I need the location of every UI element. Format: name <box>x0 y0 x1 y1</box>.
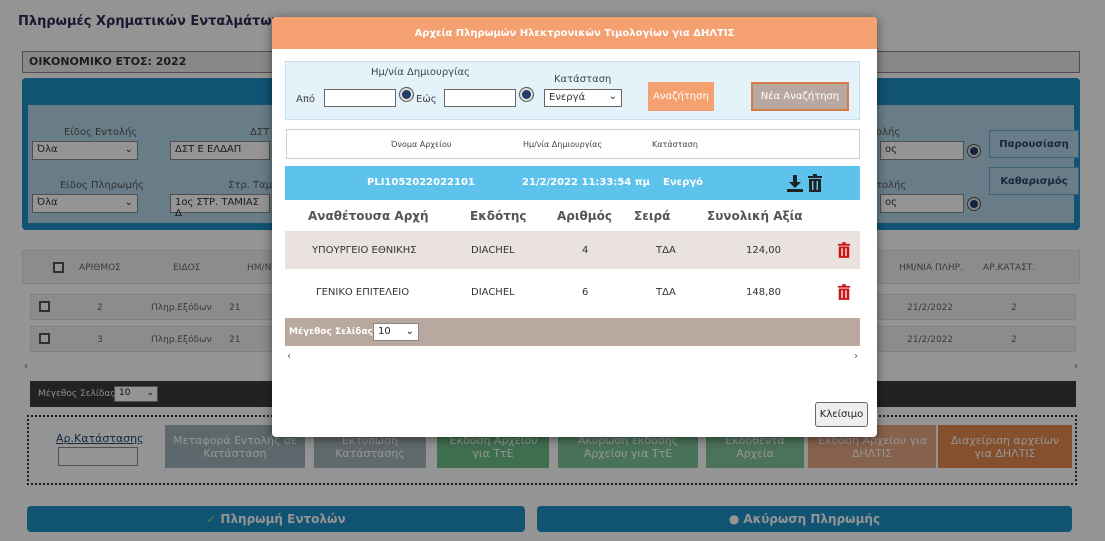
invoice-number: 6 <box>582 287 589 298</box>
modal-pager: Μέγεθος Σελίδας: 10 ⌄ <box>285 318 860 346</box>
chevron-down-icon: ⌄ <box>608 91 617 102</box>
chevron-down-icon: ⌄ <box>405 326 414 337</box>
file-row[interactable]: PLI1052022022101 21/2/2022 11:33:54 πμ Ε… <box>285 166 860 200</box>
modal-page-size-select[interactable]: 10 ⌄ <box>373 323 419 341</box>
date-from-input[interactable] <box>324 89 396 107</box>
col-file-name: Όνομα Αρχείου <box>391 140 452 149</box>
modal-page-size-value: 10 <box>378 326 391 337</box>
invoice-series: ΤΔΑ <box>656 245 676 256</box>
status-label: Κατάσταση <box>554 74 612 85</box>
col-series: Σειρά <box>634 209 671 223</box>
calendar-icon[interactable] <box>400 88 413 101</box>
close-button[interactable]: Κλείσιμο <box>815 402 868 427</box>
col-number: Αριθμός <box>557 209 612 223</box>
invoice-authority: ΓΕΝΙΚΟ ΕΠΙΤΕΛΕΙΟ <box>316 287 410 298</box>
from-label: Από <box>296 94 315 105</box>
modal-page-size-label: Μέγεθος Σελίδας: <box>289 327 377 337</box>
status-value: Ενεργά <box>549 92 586 103</box>
modal-scrollbar[interactable]: ‹ › <box>285 351 860 365</box>
to-label: Εώς <box>416 94 437 105</box>
col-authority: Αναθέτουσα Αρχή <box>308 209 429 223</box>
date-created-label: Ημ/νία Δημιουργίας <box>371 67 470 78</box>
trash-icon[interactable] <box>837 242 851 258</box>
invoice-authority: ΥΠΟΥΡΓΕΙΟ ΕΘΝΙΚΗΣ <box>312 245 417 256</box>
file-name: PLI1052022022101 <box>367 177 475 188</box>
invoice-number: 4 <box>582 245 589 256</box>
date-to-input[interactable] <box>444 89 516 107</box>
new-search-button[interactable]: Νέα Αναζήτηση <box>751 82 849 111</box>
files-modal: Αρχεία Πληρωμών Ηλεκτρονικών Τιμολογίων … <box>272 17 877 437</box>
search-button[interactable]: Αναζήτηση <box>648 82 714 111</box>
invoice-issuer: DIACHEL <box>471 287 515 298</box>
invoice-issuer: DIACHEL <box>471 245 515 256</box>
col-total: Συνολική Αξία <box>707 209 803 223</box>
files-table-header: Όνομα Αρχείου Ημ/νία Δημιουργίας Κατάστα… <box>286 129 860 159</box>
col-issuer: Εκδότης <box>470 209 527 223</box>
col-created: Ημ/νία Δημιουργίας <box>523 140 603 149</box>
modal-title: Αρχεία Πληρωμών Ηλεκτρονικών Τιμολογίων … <box>272 17 877 49</box>
invoice-series: ΤΔΑ <box>656 287 676 298</box>
file-status: Ενεργό <box>663 177 704 188</box>
invoice-total: 124,00 <box>746 245 781 256</box>
calendar-icon[interactable] <box>520 88 533 101</box>
invoice-total: 148,80 <box>746 287 781 298</box>
col-status: Κατάσταση <box>652 140 698 149</box>
trash-icon[interactable] <box>837 284 851 300</box>
trash-icon[interactable] <box>807 174 823 192</box>
status-select[interactable]: Ενεργά ⌄ <box>544 89 622 107</box>
download-icon[interactable] <box>786 174 804 192</box>
invoice-row[interactable]: ΓΕΝΙΚΟ ΕΠΙΤΕΛΕΙΟ DIACHEL 6 ΤΔΑ 148,80 <box>285 273 860 311</box>
scroll-right-icon[interactable]: › <box>854 351 858 362</box>
invoice-row[interactable]: ΥΠΟΥΡΓΕΙΟ ΕΘΝΙΚΗΣ DIACHEL 4 ΤΔΑ 124,00 <box>285 231 860 269</box>
scroll-left-icon[interactable]: ‹ <box>287 351 291 362</box>
file-created: 21/2/2022 11:33:54 πμ <box>522 177 650 188</box>
